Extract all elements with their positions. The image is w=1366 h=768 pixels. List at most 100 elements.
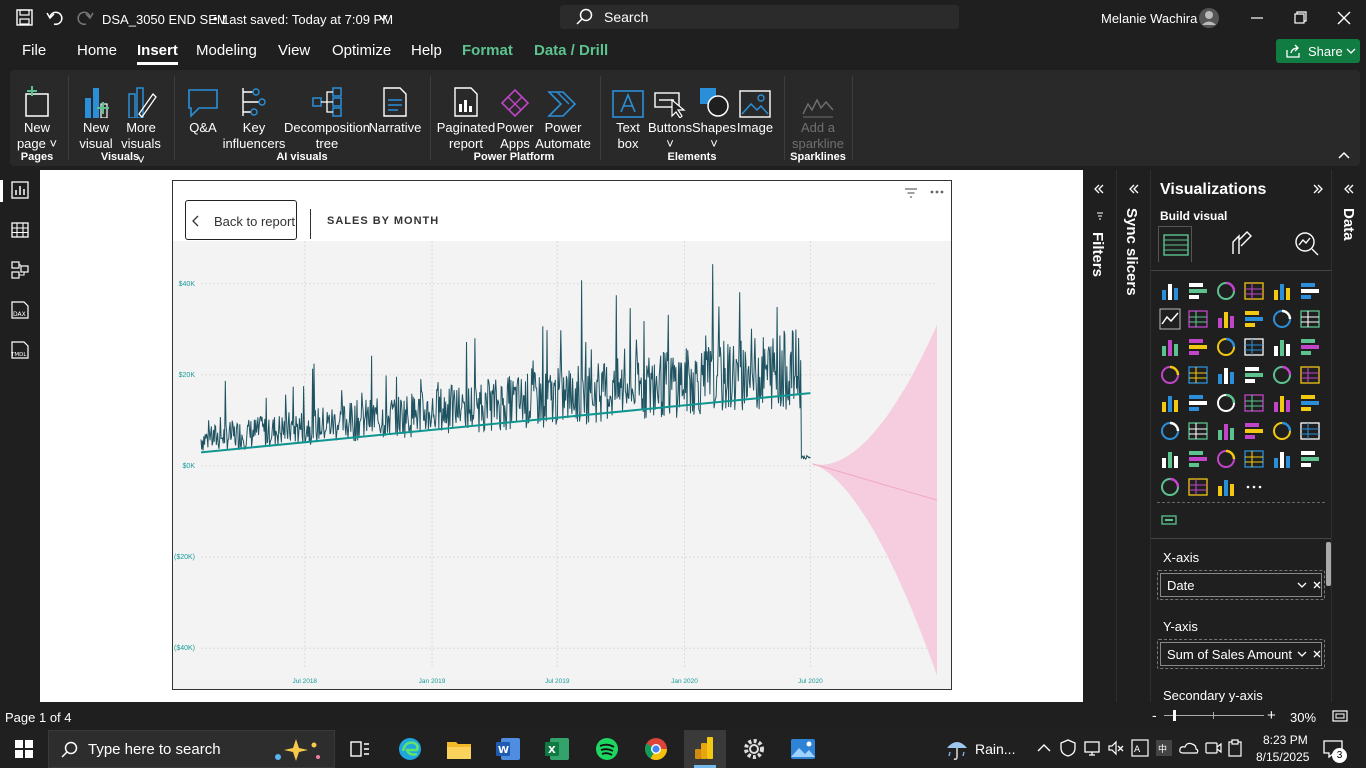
clustered-column-visual-icon[interactable] [1243,280,1265,302]
menu-view[interactable]: View [278,42,310,59]
new-visual-button[interactable]: New visual [74,78,118,152]
kpi-visual-icon[interactable] [1215,392,1237,414]
maximize-icon[interactable] [1293,11,1307,25]
zoom-slider-track[interactable] [1164,715,1264,716]
fit-to-page-icon[interactable] [1332,710,1348,722]
network-icon[interactable] [1083,739,1101,757]
power-automate-2-visual-icon[interactable] [1215,476,1237,498]
100-bar-visual-icon[interactable] [1271,280,1293,302]
narrative-button[interactable]: Narrative [368,78,422,136]
collapse-viz-icon[interactable] [1313,184,1323,194]
rain-weather-icon[interactable] [944,737,970,761]
photos-icon[interactable] [790,737,816,761]
onedrive-cloud-icon[interactable] [1179,740,1199,756]
power-automate-visual-icon[interactable] [1243,448,1265,470]
security-shield-icon[interactable] [1059,739,1077,757]
dax-query-view-icon[interactable]: DAX [10,301,30,321]
menu-help[interactable]: Help [411,42,442,59]
stacked-bar-visual-icon[interactable] [1159,280,1181,302]
back-to-report-button[interactable]: Back to report [185,200,297,240]
pie-visual-icon[interactable] [1271,336,1293,358]
x-axis-field-pill[interactable]: Date [1160,573,1322,597]
weather-text[interactable]: Rain... [975,741,1015,757]
100-area-visual-icon[interactable] [1243,308,1265,330]
power-bi-taskbar-active[interactable] [684,730,726,768]
menu-insert[interactable]: Insert [137,42,178,65]
model-view-icon[interactable] [11,261,29,279]
filled-map-visual-icon[interactable] [1215,364,1237,386]
paginated-visual-icon[interactable] [1187,448,1209,470]
chevron-down-icon[interactable] [1297,582,1307,589]
save-icon[interactable] [16,9,34,27]
clustered-bar-visual-icon[interactable] [1215,280,1237,302]
zoom-in-button[interactable]: + [1267,707,1276,724]
filters-pane-collapsed[interactable]: Filters [1083,170,1116,702]
format-visual-icon[interactable] [1229,230,1255,256]
r-script-visual-icon[interactable] [1159,420,1181,442]
paginated-report-button[interactable]: Paginated report [436,78,496,152]
chevron-down-icon[interactable] [1297,651,1307,658]
python-visual-icon[interactable] [1187,420,1209,442]
analytics-icon[interactable] [1293,230,1319,256]
shapes-button[interactable]: Shapes ˅ [692,78,736,152]
menu-data-drill[interactable]: Data / Drill [534,42,608,59]
clock-time[interactable]: 8:23 PM [1263,733,1308,747]
shape-map-visual-icon[interactable] [1243,364,1265,386]
remove-field-icon[interactable] [1313,650,1321,658]
power-automate-button[interactable]: Power Automate [534,78,592,152]
new-page-button[interactable]: New page ˅ [14,78,60,152]
spotify-icon[interactable] [594,737,620,761]
100-column-visual-icon[interactable] [1299,280,1321,302]
waterfall-visual-icon[interactable] [1187,336,1209,358]
keyboard-layout-icon[interactable]: A [1131,739,1149,757]
donut-visual-icon[interactable] [1299,336,1321,358]
map-visual-icon[interactable] [1187,364,1209,386]
add-sparkline-button[interactable]: Add a sparkline [790,78,846,152]
title-search-box[interactable]: Search [560,5,959,29]
stacked-column-visual-icon[interactable] [1187,280,1209,302]
narrative-visual-icon[interactable] [1299,420,1321,442]
expand-sync-slicers-icon[interactable] [1129,184,1139,194]
funnel-visual-icon[interactable] [1215,336,1237,358]
remove-field-icon[interactable] [1313,581,1321,589]
menu-home[interactable]: Home [77,42,117,59]
matrix-visual-icon[interactable] [1299,392,1321,414]
key-influencers-button[interactable]: Key influencers [222,78,286,152]
custom-1-visual-icon[interactable] [1299,448,1321,470]
settings-gear-icon[interactable] [741,737,767,761]
filter-icon[interactable] [904,187,918,199]
buttons-button[interactable]: Buttons ˅ [648,78,692,152]
taskbar-search-box[interactable]: Type here to search [48,730,335,768]
expand-filters-icon[interactable] [1094,184,1104,194]
menu-modeling[interactable]: Modeling [196,42,257,59]
ribbon-visual-icon[interactable] [1159,336,1181,358]
task-view-icon[interactable] [347,737,373,761]
table-view-icon[interactable] [11,221,29,239]
area-visual-icon[interactable] [1187,308,1209,330]
clipboard-icon[interactable] [1226,739,1244,757]
close-icon[interactable] [1337,11,1351,25]
more-visual-icon[interactable] [1243,476,1265,498]
menu-file[interactable]: File [22,42,46,59]
file-explorer-icon[interactable] [446,737,472,761]
key-influencers-visual-icon[interactable] [1215,420,1237,442]
user-avatar-icon[interactable] [1198,7,1220,29]
undo-icon[interactable] [46,9,64,27]
more-options-icon[interactable] [930,189,944,195]
scatter-visual-icon[interactable] [1243,336,1265,358]
clock-date[interactable]: 8/15/2025 [1256,750,1309,764]
card-visual-icon[interactable] [1159,392,1181,414]
collapse-ribbon-icon[interactable] [1338,151,1350,159]
excel-icon[interactable]: X [544,737,570,761]
treemap-visual-icon[interactable] [1159,364,1181,386]
sales-by-month-line-chart[interactable]: $40K $20K $0K ($20K) ($40K) Jul 2018 Jan 2019 J… [173,241,951,689]
ime-icon[interactable]: 中 [1155,739,1173,757]
word-icon[interactable]: W [495,737,521,761]
decomposition-visual-icon[interactable] [1243,420,1265,442]
power-apps-2-visual-icon[interactable] [1187,476,1209,498]
azure-map-visual-icon[interactable] [1271,364,1293,386]
expand-data-icon[interactable] [1344,184,1354,194]
data-pane-collapsed[interactable]: Data [1331,170,1366,702]
report-view-icon[interactable] [11,181,29,199]
windows-start-icon[interactable] [15,740,33,758]
